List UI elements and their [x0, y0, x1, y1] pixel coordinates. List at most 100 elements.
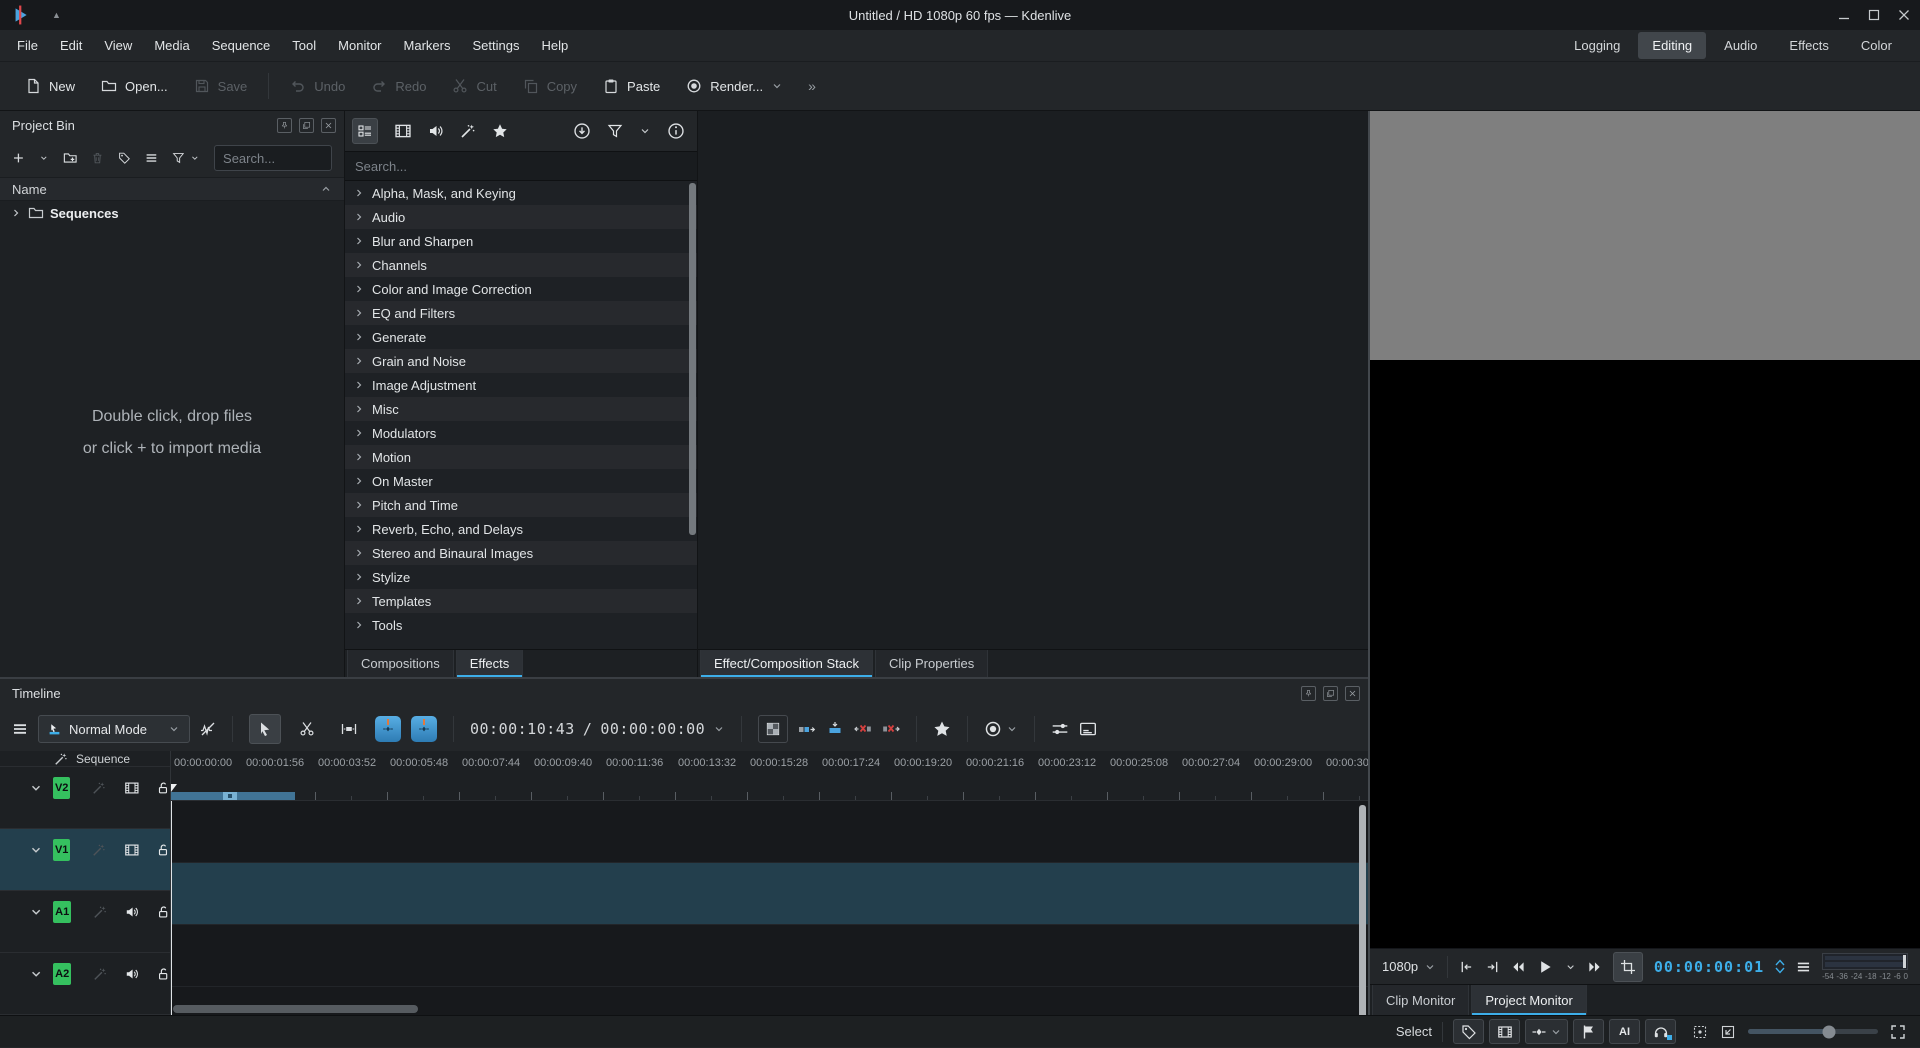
timeline-horizontal-scrollbar[interactable]: [173, 1005, 418, 1013]
info-icon[interactable]: [667, 122, 685, 140]
fullscreen-icon[interactable]: [1890, 1024, 1906, 1040]
playhead-marker[interactable]: [171, 784, 177, 792]
expand-chevron-icon[interactable]: [353, 451, 365, 463]
create-folder-icon[interactable]: [63, 149, 77, 167]
audio-effects-filter-icon[interactable]: [428, 123, 444, 139]
download-effects-icon[interactable]: [573, 122, 591, 140]
effect-category-row[interactable]: Tools: [345, 613, 697, 637]
track-effects-icon[interactable]: [93, 966, 107, 982]
track-header-v1[interactable]: V1: [0, 829, 170, 891]
expand-chevron-icon[interactable]: [353, 283, 365, 295]
workspace-tab[interactable]: Color: [1847, 32, 1906, 59]
expand-chevron-icon[interactable]: [10, 207, 22, 219]
titlebar-arrow-icon[interactable]: ▲: [52, 10, 61, 20]
effect-category-row[interactable]: Stylize: [345, 565, 697, 589]
video-effects-filter-icon[interactable]: [394, 122, 412, 140]
favorites-filter-icon[interactable]: [492, 123, 508, 139]
track-target-badge[interactable]: A2: [53, 963, 71, 985]
view-options-icon[interactable]: [145, 150, 158, 166]
close-button[interactable]: [1898, 9, 1910, 21]
bin-search-input[interactable]: [214, 145, 332, 171]
effects-search-input[interactable]: [345, 152, 697, 180]
maximize-button[interactable]: [1868, 9, 1880, 21]
menu-item[interactable]: Settings: [461, 32, 530, 59]
add-clip-menu-chevron-icon[interactable]: [39, 152, 49, 164]
workspace-tab[interactable]: Logging: [1560, 32, 1634, 59]
compositing-toggle-button[interactable]: [758, 715, 788, 743]
close-icon[interactable]: [321, 118, 336, 133]
expand-chevron-icon[interactable]: [353, 619, 365, 631]
expand-chevron-icon[interactable]: [353, 211, 365, 223]
cut-button[interactable]: Cut: [441, 71, 507, 101]
expand-chevron-icon[interactable]: [353, 523, 365, 535]
video-thumbnails-icon[interactable]: [124, 779, 140, 797]
timeline-zoom-slider[interactable]: [1748, 1029, 1878, 1034]
effect-category-row[interactable]: Audio: [345, 205, 697, 229]
favorite-effects-icon[interactable]: [933, 720, 951, 738]
spacer-tool-button[interactable]: [333, 714, 365, 744]
menu-item[interactable]: Tool: [281, 32, 327, 59]
audio-thumbnails-toggle-icon[interactable]: [200, 721, 216, 737]
track-header-v2[interactable]: V2: [0, 767, 170, 829]
menu-item[interactable]: Edit: [49, 32, 93, 59]
timeline-lanes[interactable]: 00:00:00:0000:00:01:5600:00:03:5200:00:0…: [171, 751, 1368, 1015]
subtitle-ai-button[interactable]: AI: [1609, 1019, 1640, 1044]
lock-open-icon[interactable]: [156, 842, 170, 858]
track-header-a1[interactable]: A1: [0, 891, 170, 953]
track-effects-icon[interactable]: [92, 780, 106, 796]
track-effects-icon[interactable]: [93, 904, 107, 920]
menu-item[interactable]: File: [6, 32, 49, 59]
extract-zone-icon[interactable]: [854, 720, 872, 738]
menu-item[interactable]: Media: [143, 32, 200, 59]
effect-category-row[interactable]: Generate: [345, 325, 697, 349]
track-effects-icon[interactable]: [92, 842, 106, 858]
expand-chevron-icon[interactable]: [353, 379, 365, 391]
video-thumbnails-icon[interactable]: [124, 841, 140, 859]
effect-category-row[interactable]: Blur and Sharpen: [345, 229, 697, 253]
effect-category-row[interactable]: EQ and Filters: [345, 301, 697, 325]
timeline-menu-icon[interactable]: [12, 721, 28, 737]
record-button[interactable]: [984, 720, 1018, 738]
audio-speaker-icon[interactable]: [125, 966, 139, 982]
track-target-badge[interactable]: V1: [53, 839, 70, 861]
play-menu-chevron-icon[interactable]: [1565, 961, 1576, 973]
collapse-track-icon[interactable]: [29, 966, 43, 982]
menu-item[interactable]: View: [93, 32, 143, 59]
track-lane-v2[interactable]: [171, 801, 1368, 863]
close-icon[interactable]: [1345, 686, 1360, 701]
workspace-tab[interactable]: Editing: [1638, 32, 1706, 59]
edit-mode-dropdown[interactable]: Normal Mode: [38, 715, 190, 743]
thumbnails-toggle-button[interactable]: [1489, 1019, 1520, 1044]
lift-zone-icon[interactable]: [882, 720, 900, 738]
menu-item[interactable]: Sequence: [201, 32, 282, 59]
zoom-fit-icon[interactable]: [1692, 1024, 1708, 1040]
effect-category-row[interactable]: On Master: [345, 469, 697, 493]
audio-monitor-button[interactable]: [1645, 1019, 1676, 1044]
razor-tool-button[interactable]: [291, 714, 323, 744]
mix-mode-button[interactable]: [1525, 1019, 1568, 1044]
float-icon[interactable]: [299, 118, 314, 133]
new-button[interactable]: New: [14, 71, 86, 101]
timeline-vertical-scrollbar[interactable]: [1359, 805, 1366, 1015]
mixer-icon[interactable]: [1051, 720, 1069, 738]
fast-forward-icon[interactable]: [1587, 959, 1602, 975]
paste-button[interactable]: Paste: [592, 71, 671, 101]
effects-list-view-button[interactable]: [352, 118, 378, 144]
zone-handle[interactable]: [223, 792, 237, 800]
timecode-spinner[interactable]: [1775, 959, 1785, 974]
expand-chevron-icon[interactable]: [353, 187, 365, 199]
lock-open-icon[interactable]: [156, 780, 170, 796]
expand-chevron-icon[interactable]: [353, 235, 365, 247]
zone-start-icon[interactable]: [1459, 959, 1474, 975]
effects-filter-funnel-icon[interactable]: [607, 123, 623, 139]
subtitles-icon[interactable]: [1079, 720, 1097, 738]
collapse-track-icon[interactable]: [29, 842, 43, 858]
undo-button[interactable]: Undo: [279, 71, 356, 101]
chevron-down-icon[interactable]: [639, 125, 651, 137]
expand-chevron-icon[interactable]: [353, 403, 365, 415]
expand-chevron-icon[interactable]: [353, 331, 365, 343]
custom-effects-filter-icon[interactable]: [460, 123, 476, 139]
lock-open-icon[interactable]: [156, 966, 170, 982]
filter-icon[interactable]: [172, 150, 185, 166]
resolution-dropdown[interactable]: 1080p: [1382, 959, 1436, 974]
